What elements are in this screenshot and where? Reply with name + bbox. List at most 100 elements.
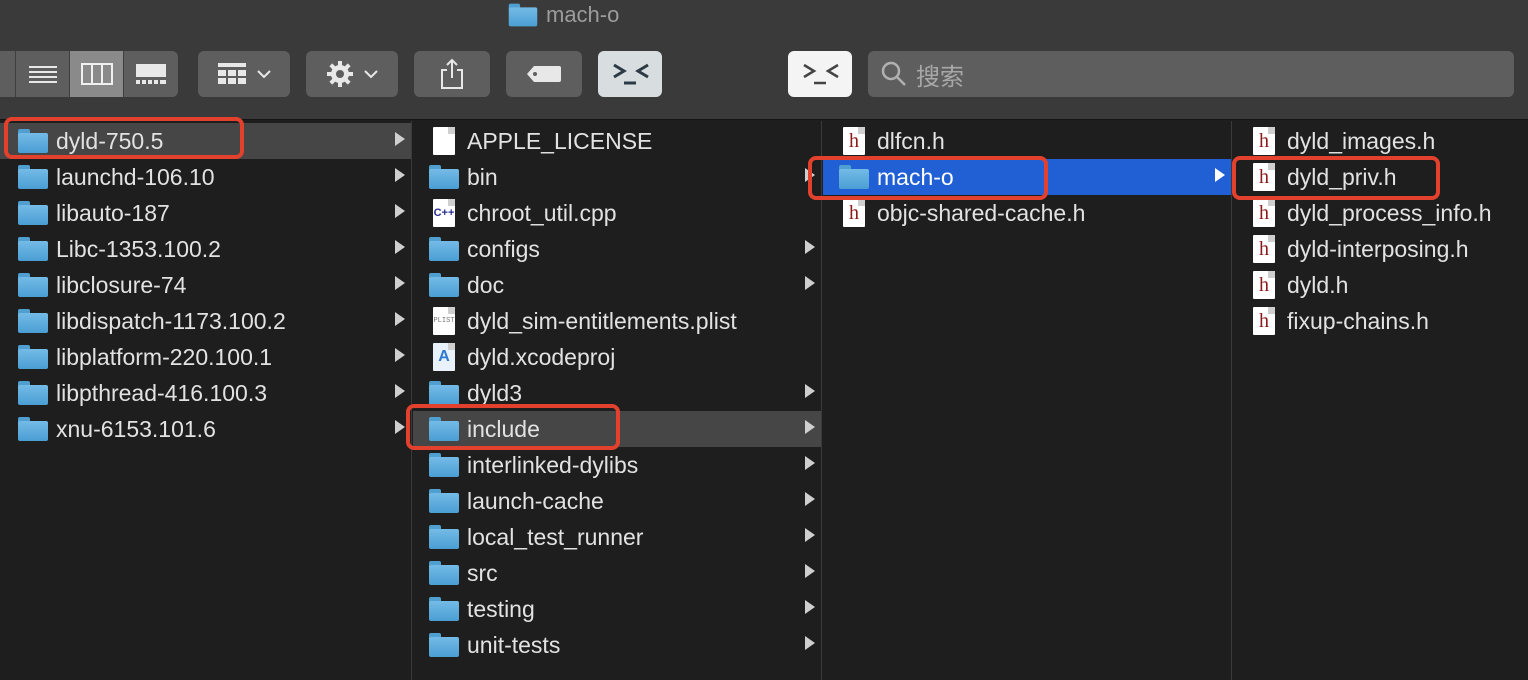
disclosure-arrow-icon [805, 564, 815, 578]
item-icon [427, 486, 461, 516]
toolbar: mach-o 搜索 [0, 0, 1528, 120]
grid-icon [0, 64, 5, 84]
folder-icon [429, 597, 459, 621]
list-item[interactable]: Libc-1353.100.2 [0, 231, 411, 267]
view-mode-control[interactable] [0, 51, 178, 97]
header-file-icon: h [1253, 127, 1275, 155]
list-item[interactable]: h objc-shared-cache.h [823, 195, 1231, 231]
list-item[interactable]: h dyld_process_info.h [1233, 195, 1528, 231]
item-label: APPLE_LICENSE [467, 127, 653, 154]
tag-icon [527, 66, 561, 82]
item-icon: C++ [427, 198, 461, 228]
window-title: mach-o [508, 0, 619, 30]
item-label: chroot_util.cpp [467, 199, 617, 226]
list-item[interactable]: PLIST dyld_sim-entitlements.plist [413, 303, 821, 339]
list-item[interactable]: mach-o [823, 159, 1231, 195]
item-label: objc-shared-cache.h [877, 199, 1086, 226]
disclosure-arrow-icon [395, 168, 405, 182]
list-item[interactable]: APPLE_LICENSE [413, 123, 821, 159]
folder-icon [839, 165, 869, 189]
item-icon [427, 522, 461, 552]
folder-icon [508, 3, 538, 27]
item-label: launch-cache [467, 487, 604, 514]
list-item[interactable]: Adyld.xcodeproj [413, 339, 821, 375]
folder-icon [18, 165, 48, 189]
folder-icon [18, 417, 48, 441]
header-file-icon: h [1253, 271, 1275, 299]
gallery-view-button[interactable] [124, 51, 178, 97]
column-3[interactable]: h dlfcn.h mach-o h objc-shared-cache.h [823, 121, 1232, 680]
list-item[interactable]: testing [413, 591, 821, 627]
list-item[interactable]: launchd-106.10 [0, 159, 411, 195]
disclosure-arrow-icon [805, 384, 815, 398]
list-view-button[interactable] [16, 51, 70, 97]
item-label: xnu-6153.101.6 [56, 415, 216, 442]
list-item[interactable]: configs [413, 231, 821, 267]
item-icon [427, 234, 461, 264]
disclosure-arrow-icon [805, 168, 815, 182]
list-item[interactable]: launch-cache [413, 483, 821, 519]
list-item[interactable]: src [413, 555, 821, 591]
list-item[interactable]: local_test_runner [413, 519, 821, 555]
list-item[interactable]: dyld3 [413, 375, 821, 411]
item-label: dyld_sim-entitlements.plist [467, 307, 737, 334]
list-item[interactable]: interlinked-dylibs [413, 447, 821, 483]
item-label: src [467, 559, 498, 586]
tag-button[interactable] [506, 51, 582, 97]
group-button[interactable] [198, 51, 290, 97]
column-1[interactable]: dyld-750.5 launchd-106.10 libauto-187 Libc-… [0, 121, 412, 680]
column-4[interactable]: h dyld_images.h h dyld_priv.h h dyld_process_… [1233, 121, 1528, 680]
icon-view-button[interactable] [0, 51, 16, 97]
folder-icon [18, 237, 48, 261]
list-item[interactable]: include [413, 411, 821, 447]
cpp-file-icon: C++ [433, 199, 455, 227]
folder-icon [429, 525, 459, 549]
list-item[interactable]: unit-tests [413, 627, 821, 663]
disclosure-arrow-icon [395, 348, 405, 362]
list-item[interactable]: h dyld-interposing.h [1233, 231, 1528, 267]
list-item[interactable]: xnu-6153.101.6 [0, 411, 411, 447]
item-icon [16, 414, 50, 444]
search-field[interactable]: 搜索 [868, 51, 1514, 97]
item-icon [16, 198, 50, 228]
action-button[interactable] [306, 51, 398, 97]
item-label: dyld.xcodeproj [467, 343, 616, 370]
item-icon [16, 306, 50, 336]
list-item[interactable]: libclosure-74 [0, 267, 411, 303]
item-icon: PLIST [427, 306, 461, 336]
item-icon: h [837, 198, 871, 228]
folder-icon [429, 381, 459, 405]
folder-icon [429, 273, 459, 297]
terminal-icon [613, 63, 649, 85]
list-item[interactable]: bin [413, 159, 821, 195]
item-label: libdispatch-1173.100.2 [56, 307, 286, 334]
disclosure-arrow-icon [395, 132, 405, 146]
item-label: dyld_process_info.h [1287, 199, 1492, 226]
list-item[interactable]: h dyld_images.h [1233, 123, 1528, 159]
item-label: dyld_images.h [1287, 127, 1436, 154]
item-icon: A [427, 342, 461, 372]
list-item[interactable]: h fixup-chains.h [1233, 303, 1528, 339]
list-item[interactable]: libdispatch-1173.100.2 [0, 303, 411, 339]
list-item[interactable]: h dlfcn.h [823, 123, 1231, 159]
list-item[interactable]: C++ chroot_util.cpp [413, 195, 821, 231]
terminal-button[interactable] [598, 51, 662, 97]
item-label: doc [467, 271, 505, 298]
terminal-icon [803, 63, 839, 85]
item-icon [16, 234, 50, 264]
disclosure-arrow-icon [395, 240, 405, 254]
terminal-shortcut-button[interactable] [788, 51, 852, 97]
list-item[interactable]: dyld-750.5 [0, 123, 411, 159]
list-item[interactable]: h dyld.h [1233, 267, 1528, 303]
list-item[interactable]: libplatform-220.100.1 [0, 339, 411, 375]
list-item[interactable]: h dyld_priv.h [1233, 159, 1528, 195]
list-item[interactable]: libpthread-416.100.3 [0, 375, 411, 411]
list-item[interactable]: doc [413, 267, 821, 303]
list-item[interactable]: libauto-187 [0, 195, 411, 231]
share-button[interactable] [414, 51, 490, 97]
column-2[interactable]: APPLE_LICENSEbin C++ chroot_util.cppconfig… [413, 121, 822, 680]
column-view-button[interactable] [70, 51, 124, 97]
disclosure-arrow-icon [395, 276, 405, 290]
disclosure-arrow-icon [805, 636, 815, 650]
item-label: launchd-106.10 [56, 163, 215, 190]
